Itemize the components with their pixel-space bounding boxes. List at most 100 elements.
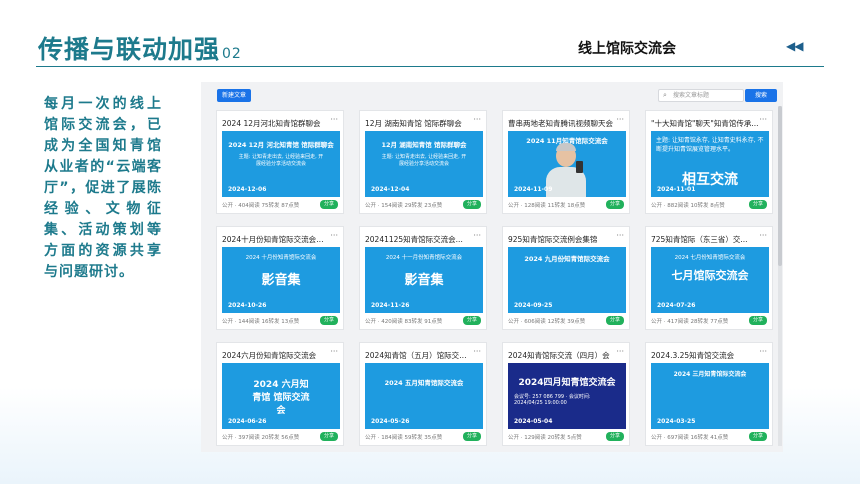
article-cover[interactable]: 2024 五月知青馆际交流会 2024-05-26: [365, 363, 483, 429]
article-title[interactable]: 925知青馆际交流例会集锦: [508, 234, 616, 245]
article-title[interactable]: 2024 12月河北知青馆群聊会: [222, 118, 330, 129]
more-options-icon[interactable]: ···: [473, 115, 481, 124]
article-meta: 公开 · 404阅读 75转发 87点赞: [222, 203, 300, 209]
article-title[interactable]: 12月 湖南知青馆 馆际群聊会: [365, 118, 473, 129]
article-cover[interactable]: 2024 七月份知青馆际交流会 七月馆际交流会 2024-07-26: [651, 247, 769, 313]
slide-title-text: 传播与联动加强: [38, 35, 221, 64]
share-button[interactable]: 分享: [606, 432, 624, 441]
cover-subtext: 主题: 让知青走出去, 让经验来回走, 开展经验分享活动交流会: [381, 154, 467, 167]
article-title[interactable]: 2024知青馆（五月）馆际交流会: [365, 350, 473, 361]
more-options-icon[interactable]: ···: [473, 231, 481, 240]
article-card[interactable]: "十大知青馆"聊天"知青馆传承... ··· 主题: 让知青馆永存, 让知青史料…: [645, 110, 773, 214]
article-card[interactable]: 12月 湖南知青馆 馆际群聊会 ··· 12月 湖南知青馆 馆际群聊会 主题: …: [359, 110, 487, 214]
more-options-icon[interactable]: ···: [759, 115, 767, 124]
cover-date: 2024-05-04: [514, 418, 553, 425]
article-meta: 公开 · 129阅读 20转发 5点赞: [508, 435, 582, 441]
share-button[interactable]: 分享: [320, 200, 338, 209]
share-button[interactable]: 分享: [463, 316, 481, 325]
cover-date: 2024-12-06: [228, 186, 267, 193]
article-title[interactable]: 2024知青馆际交流（四月）会: [508, 350, 616, 361]
search-placeholder: 搜索文章标题: [673, 92, 710, 99]
article-cover[interactable]: 2024 12月 河北知青馆 馆际群聊会 主题: 让知青走出去, 让经验来回走,…: [222, 131, 340, 197]
more-options-icon[interactable]: ···: [330, 115, 338, 124]
cover-subtext: 2024 七月份知青馆际交流会: [674, 255, 746, 261]
article-list-panel: 新建文章 ⌕ 搜索文章标题 搜索 2024 12月河北知青馆群聊会 ··· 20…: [201, 82, 783, 452]
article-cover[interactable]: 2024四月知青馆交流会 会议号: 257 086 799 · 会议时间: 20…: [508, 363, 626, 429]
article-meta: 公开 · 417阅读 28转发 77点赞: [651, 319, 729, 325]
article-card[interactable]: 2024知青馆际交流（四月）会 ··· 2024四月知青馆交流会 会议号: 25…: [502, 342, 630, 446]
article-card[interactable]: 2024 12月河北知青馆群聊会 ··· 2024 12月 河北知青馆 馆际群聊…: [216, 110, 344, 214]
search-input[interactable]: ⌕ 搜索文章标题: [658, 89, 744, 102]
more-options-icon[interactable]: ···: [473, 347, 481, 356]
cover-heading: 12月 湖南知青馆 馆际群聊会: [381, 141, 467, 149]
article-meta: 公开 · 697阅读 16转发 41点赞: [651, 435, 729, 441]
article-meta: 公开 · 144阅读 16转发 13点赞: [222, 319, 300, 325]
phone-icon: [576, 161, 583, 173]
cover-date: 2024-07-26: [657, 302, 696, 309]
share-button[interactable]: 分享: [749, 316, 767, 325]
scrollbar[interactable]: [778, 106, 782, 446]
more-options-icon[interactable]: ···: [616, 347, 624, 356]
cover-subtext: 主题: 让知青馆永存, 让知青史料永存, 不断提升知青馆展览管理水平。: [656, 137, 764, 153]
article-meta: 公开 · 397阅读 20转发 56点赞: [222, 435, 300, 441]
share-button[interactable]: 分享: [749, 432, 767, 441]
article-cover[interactable]: 2024 九月份知青馆际交流会 2024-09-25: [508, 247, 626, 313]
article-card[interactable]: 725知青馆际（东三省）交... ··· 2024 七月份知青馆际交流会 七月馆…: [645, 226, 773, 330]
cover-subtext: 主题: 让知青走出去, 让经验来回走, 开展经验分享活动交流会: [238, 154, 324, 167]
article-title[interactable]: 20241125知青馆际交流会...: [365, 234, 473, 245]
share-button[interactable]: 分享: [320, 316, 338, 325]
article-cover[interactable]: 2024 十一月份知青馆际交流会 影音集 2024-11-26: [365, 247, 483, 313]
article-cover[interactable]: 2024 十月份知青馆际交流会 影音集 2024-10-26: [222, 247, 340, 313]
search-icon: ⌕: [663, 91, 667, 99]
article-cover[interactable]: 2024 11月知青馆际交流会 2024-11-09: [508, 131, 626, 197]
article-card[interactable]: 925知青馆际交流例会集锦 ··· 2024 九月份知青馆际交流会 2024-0…: [502, 226, 630, 330]
article-cover[interactable]: 主题: 让知青馆永存, 让知青史料永存, 不断提升知青馆展览管理水平。 相互交流…: [651, 131, 769, 197]
cover-heading: 2024 12月 河北知青馆 馆际群聊会: [228, 141, 334, 149]
share-button[interactable]: 分享: [463, 200, 481, 209]
more-options-icon[interactable]: ···: [330, 347, 338, 356]
article-title[interactable]: "十大知青馆"聊天"知青馆传承...: [651, 118, 759, 129]
share-button[interactable]: 分享: [749, 200, 767, 209]
share-button[interactable]: 分享: [463, 432, 481, 441]
article-title[interactable]: 2024十月份知青馆际交流会影...: [222, 234, 330, 245]
share-button[interactable]: 分享: [320, 432, 338, 441]
more-options-icon[interactable]: ···: [330, 231, 338, 240]
article-card[interactable]: 2024知青馆（五月）馆际交流会 ··· 2024 五月知青馆际交流会 2024…: [359, 342, 487, 446]
more-options-icon[interactable]: ···: [616, 115, 624, 124]
more-options-icon[interactable]: ···: [759, 231, 767, 240]
article-card[interactable]: 20241125知青馆际交流会... ··· 2024 十一月份知青馆际交流会 …: [359, 226, 487, 330]
nav-arrows-icon[interactable]: ◀◀: [786, 39, 803, 53]
article-title[interactable]: 2024六月份知青馆际交流会: [222, 350, 330, 361]
cover-subtext: 2024 十一月份知青馆际交流会: [385, 255, 463, 261]
article-title[interactable]: 2024.3.25知青馆交流会: [651, 350, 759, 361]
cover-heading: 七月馆际交流会: [671, 269, 749, 282]
article-card[interactable]: 曹串两地老知青腾讯视频聊天会 ··· 2024 11月知青馆际交流会 2024-…: [502, 110, 630, 214]
article-meta: 公开 · 184阅读 59转发 35点赞: [365, 435, 443, 441]
article-meta: 公开 · 128阅读 11转发 18点赞: [508, 203, 586, 209]
more-options-icon[interactable]: ···: [616, 231, 624, 240]
more-options-icon[interactable]: ···: [759, 347, 767, 356]
article-card[interactable]: 2024六月份知青馆际交流会 ··· 2024 六月知青馆 馆际交流会 2024…: [216, 342, 344, 446]
article-title[interactable]: 725知青馆际（东三省）交...: [651, 234, 759, 245]
scrollbar-thumb[interactable]: [778, 106, 782, 266]
article-title[interactable]: 曹串两地老知青腾讯视频聊天会: [508, 118, 616, 129]
cover-date: 2024-03-25: [657, 418, 696, 425]
cover-heading: 影音集: [404, 273, 444, 288]
cover-heading: 2024四月知青馆交流会: [518, 378, 616, 388]
article-card[interactable]: 2024.3.25知青馆交流会 ··· 2024 三月知青馆际交流会 2024-…: [645, 342, 773, 446]
share-button[interactable]: 分享: [606, 316, 624, 325]
cover-heading: 影音集: [261, 273, 301, 288]
share-button[interactable]: 分享: [606, 200, 624, 209]
cover-date: 2024-12-04: [371, 186, 410, 193]
new-article-button[interactable]: 新建文章: [217, 89, 251, 102]
article-meta: 公开 · 606阅读 12转发 39点赞: [508, 319, 586, 325]
article-cover[interactable]: 2024 三月知青馆际交流会 2024-03-25: [651, 363, 769, 429]
search-button[interactable]: 搜索: [745, 89, 777, 102]
cover-date: 2024-10-26: [228, 302, 267, 309]
cover-heading: 2024 九月份知青馆际交流会: [524, 255, 610, 263]
article-cover[interactable]: 2024 六月知青馆 馆际交流会 2024-06-26: [222, 363, 340, 429]
cover-date: 2024-11-26: [371, 302, 410, 309]
cover-date: 2024-11-09: [514, 186, 553, 193]
article-cover[interactable]: 12月 湖南知青馆 馆际群聊会 主题: 让知青走出去, 让经验来回走, 开展经验…: [365, 131, 483, 197]
article-card[interactable]: 2024十月份知青馆际交流会影... ··· 2024 十月份知青馆际交流会 影…: [216, 226, 344, 330]
